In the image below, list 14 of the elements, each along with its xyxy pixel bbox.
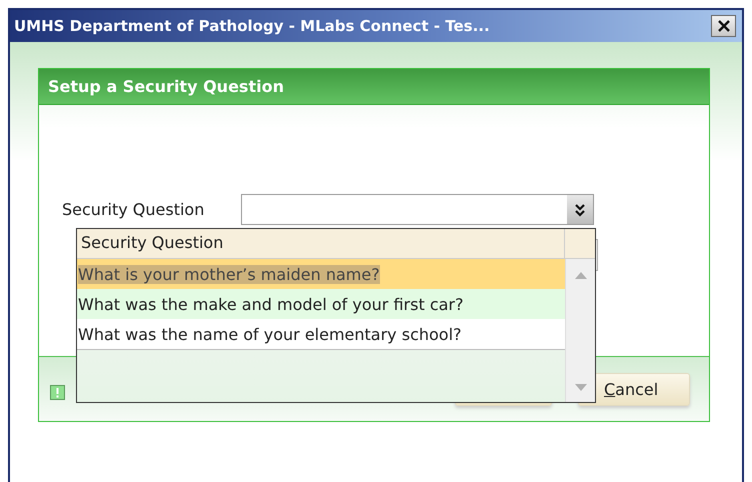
warning-icon	[50, 384, 65, 400]
dropdown-field[interactable]	[241, 194, 594, 225]
window-title: UMHS Department of Pathology - MLabs Connect - Tes...	[14, 17, 490, 35]
close-button[interactable]	[711, 15, 736, 37]
scrollbar[interactable]	[565, 259, 595, 402]
dropdown-option[interactable]: What was the make and model of your first car?	[77, 289, 565, 319]
panel-title: Setup a Security Question	[48, 77, 284, 96]
dropdown-option[interactable]: What is your mother’s maiden name?	[77, 259, 565, 289]
column-header: Security Question	[77, 229, 565, 258]
double-chevron-icon	[574, 202, 586, 216]
dropdown-button[interactable]	[567, 195, 593, 224]
scroll-down-icon[interactable]	[574, 384, 586, 392]
field-label: Security Question	[62, 200, 206, 219]
close-icon	[716, 19, 730, 33]
